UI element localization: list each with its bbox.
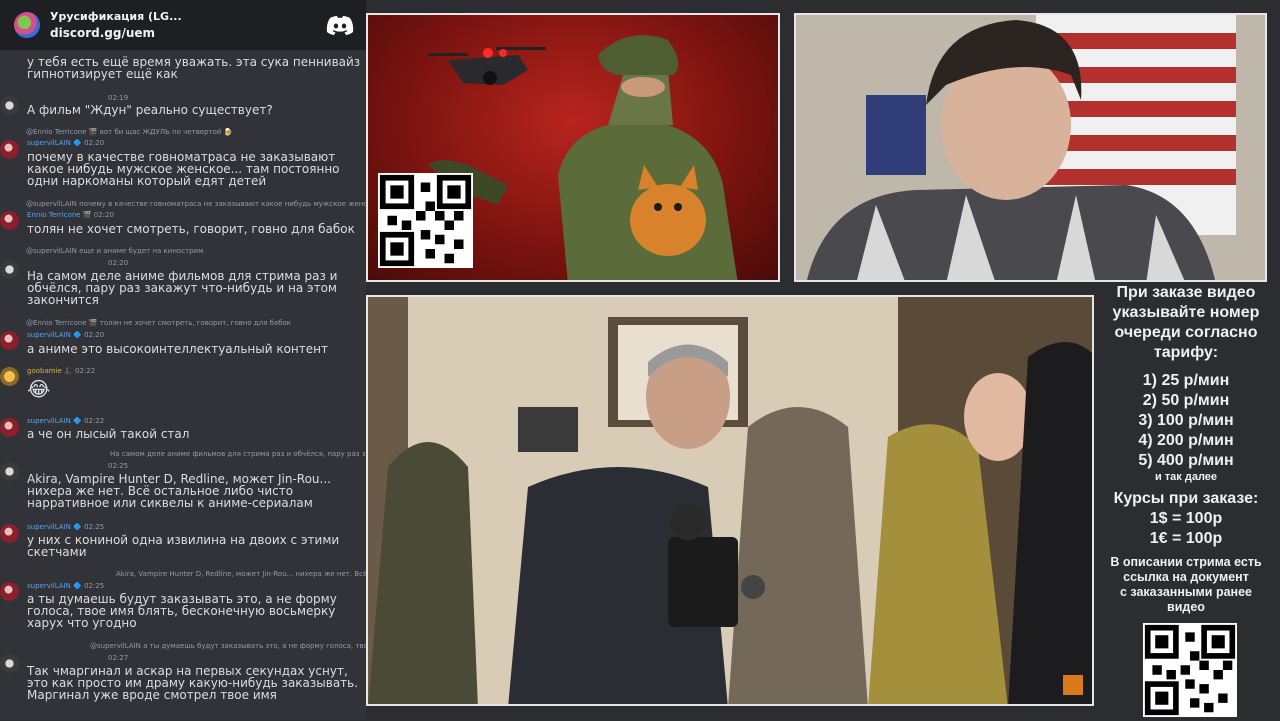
message-text: 😂 — [27, 377, 51, 401]
chat-messages: у тебя есть ещё время уважать. эта сука … — [0, 50, 366, 720]
info-header-1: При заказе видео — [1116, 284, 1256, 301]
reply-preview[interactable]: @supervilLAIN почему в качестве говномат… — [26, 200, 366, 208]
message-text: Так чмаргинал и аскар на первых секундах… — [27, 664, 359, 702]
qr-code-icon — [1143, 623, 1237, 717]
avatar[interactable] — [0, 331, 19, 350]
avatar[interactable] — [0, 654, 19, 673]
username[interactable]: supervilLAIN — [27, 139, 71, 147]
server-name[interactable]: Урусификация (LG... — [50, 10, 182, 23]
chat-header: Урусификация (LG... discord.gg/uem — [0, 0, 366, 50]
streamer-webcam — [796, 15, 1265, 280]
server-invite[interactable]: discord.gg/uem — [50, 26, 182, 40]
note-3: с заказанными ранее — [1119, 585, 1252, 599]
tariff-more: и так далее — [1154, 471, 1218, 483]
message-meta: 02:27 — [108, 654, 128, 662]
reply-preview[interactable]: @Ennio Terricone 🎬 толян не хочет смотре… — [26, 319, 366, 327]
info-header-2: указывайте номер — [1112, 304, 1260, 321]
tariff-3: 3) 100 р/мин — [1138, 412, 1234, 429]
tariff-4: 4) 200 р/мин — [1138, 432, 1234, 449]
discord-icon — [326, 16, 354, 35]
reply-preview[interactable]: @supervilLAIN еще и аниме будет на кинос… — [26, 247, 366, 255]
message-meta: supervilLAIN 🔷 02:22 — [27, 417, 105, 425]
channel-logo-icon — [1063, 675, 1083, 695]
message-text: у них с кониной одна извилина на двоих с… — [27, 533, 340, 559]
avatar[interactable] — [0, 96, 19, 115]
message-time: 02:25 — [84, 523, 105, 531]
message-time: 02:20 — [93, 211, 114, 219]
tariff-1: 1) 25 р/мин — [1142, 372, 1230, 389]
message-text: почему в качестве говноматраса не заказы… — [27, 150, 340, 188]
username[interactable]: supervilLAIN — [27, 582, 71, 590]
message-time: 02:27 — [108, 654, 129, 662]
message-meta: supervilLAIN 🔷 02:20 — [27, 331, 105, 339]
movie-frame — [368, 297, 1092, 704]
avatar[interactable] — [0, 418, 19, 437]
message-time: 02:22 — [84, 417, 105, 425]
avatar[interactable] — [0, 524, 19, 543]
message-text: Akira, Vampire Hunter D, Redline, может … — [27, 472, 331, 510]
message-text: а че он лысый такой стал — [27, 427, 190, 441]
message-time: 02:22 — [74, 367, 96, 375]
message-text: А фильм "Ждун" реально существует? — [27, 103, 273, 117]
info-header-3: очереди согласно — [1114, 324, 1258, 341]
avatar[interactable] — [0, 211, 19, 230]
message-time: 02:20 — [108, 259, 129, 267]
avatar[interactable] — [0, 260, 19, 279]
tariff-5: 5) 400 р/мин — [1138, 452, 1234, 469]
message-time: 02:19 — [108, 94, 129, 102]
avatar[interactable] — [0, 140, 19, 159]
message-meta: supervilLAIN 🔷 02:25 — [27, 582, 105, 590]
message-time: 02:25 — [84, 582, 105, 590]
webcam-feed — [794, 13, 1267, 282]
qr-code-icon — [378, 173, 473, 268]
order-info-panel: При заказе видео указывайте номер очеред… — [1098, 283, 1274, 615]
username[interactable]: supervilLAIN — [27, 523, 71, 531]
rate-eur: 1€ = 100р — [1149, 530, 1223, 547]
username[interactable]: supervilLAIN — [27, 417, 71, 425]
message-meta: goobamie 🎩 02:22 — [27, 367, 96, 375]
message-text: у тебя есть ещё время уважать. эта сука … — [27, 55, 361, 81]
username[interactable]: goobamie — [27, 367, 62, 375]
message-meta: 02:20 — [108, 259, 128, 267]
message-text: а ты думаешь будут заказывать это, а не … — [27, 592, 337, 630]
reply-preview[interactable]: @supervilLAIN а ты думаешь будут заказыв… — [90, 642, 366, 650]
avatar[interactable] — [0, 462, 19, 481]
message-meta: supervilLAIN 🔷 02:25 — [27, 523, 105, 531]
avatar[interactable] — [0, 582, 19, 601]
avatar[interactable] — [0, 367, 19, 386]
reply-preview[interactable]: На самом деле аниме фильмов для стрима р… — [110, 450, 366, 458]
tariff-2: 2) 50 р/мин — [1142, 392, 1230, 409]
server-icon[interactable] — [14, 12, 40, 38]
promo-poster — [366, 13, 780, 282]
message-time: 02:20 — [84, 139, 105, 147]
message-meta: supervilLAIN 🔷 02:20 — [27, 139, 105, 147]
message-text: На самом деле аниме фильмов для стрима р… — [27, 269, 338, 307]
message-meta: 02:19 — [108, 94, 128, 102]
rate-usd: 1$ = 100р — [1149, 510, 1223, 527]
reply-preview[interactable]: @Ennio Terricone 🎬 вот би щас ЖДУЛЬ по ч… — [26, 128, 366, 136]
drone-icon — [428, 47, 546, 85]
note-4: видео — [1167, 600, 1205, 614]
message-meta: 02:25 — [108, 462, 128, 470]
message-time: 02:25 — [108, 462, 129, 470]
info-header-4: тарифу: — [1153, 344, 1219, 361]
message-time: 02:20 — [84, 331, 105, 339]
reply-preview[interactable]: Akira, Vampire Hunter D, Redline, может … — [116, 570, 366, 578]
rates-title: Курсы при заказе: — [1113, 490, 1259, 507]
username[interactable]: Ennio Terricone — [27, 211, 81, 219]
message-meta: Ennio Terricone 🎬 02:20 — [27, 211, 114, 219]
note-1: В описании стрима есть — [1110, 555, 1262, 569]
username[interactable]: supervilLAIN — [27, 331, 71, 339]
message-text: толян не хочет смотреть, говорит, говно … — [27, 222, 355, 236]
note-2: ссылка на документ — [1123, 570, 1249, 584]
message-text: а аниме это высокоинтеллектуальный конте… — [27, 342, 328, 356]
discord-chat-panel: Урусификация (LG... discord.gg/uem у теб… — [0, 0, 366, 720]
movie-player[interactable] — [366, 295, 1094, 706]
